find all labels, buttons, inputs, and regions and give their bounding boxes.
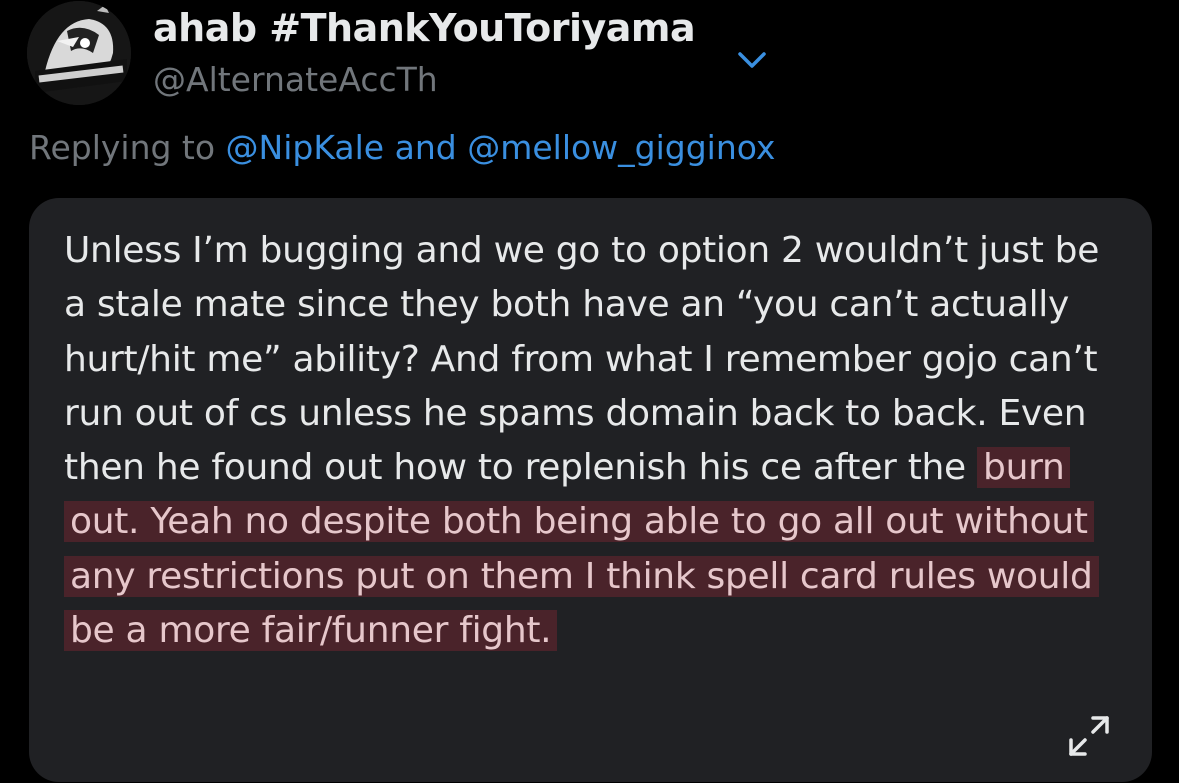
message-text-plain: Unless I’m bugging and we go to option 2…	[64, 230, 1100, 489]
expand-icon[interactable]	[1066, 713, 1112, 759]
avatar[interactable]	[27, 1, 131, 105]
replying-to-label: Replying to	[29, 128, 216, 167]
replying-to-line: Replying to @NipKale and @mellow_giggino…	[29, 128, 775, 167]
mention-conjunction: and	[394, 128, 457, 167]
author-handle[interactable]: @AlternateAccTh	[153, 60, 438, 99]
mention-link-mellow-gigginox[interactable]: @mellow_gigginox	[467, 128, 775, 167]
mention-link-nipkale[interactable]: @NipKale	[226, 128, 385, 167]
author-display-name[interactable]: ahab #ThankYouToriyama	[153, 6, 696, 50]
chevron-down-icon[interactable]	[733, 45, 771, 75]
avatar-image	[27, 1, 131, 105]
message-text: Unless I’m bugging and we go to option 2…	[64, 224, 1104, 658]
